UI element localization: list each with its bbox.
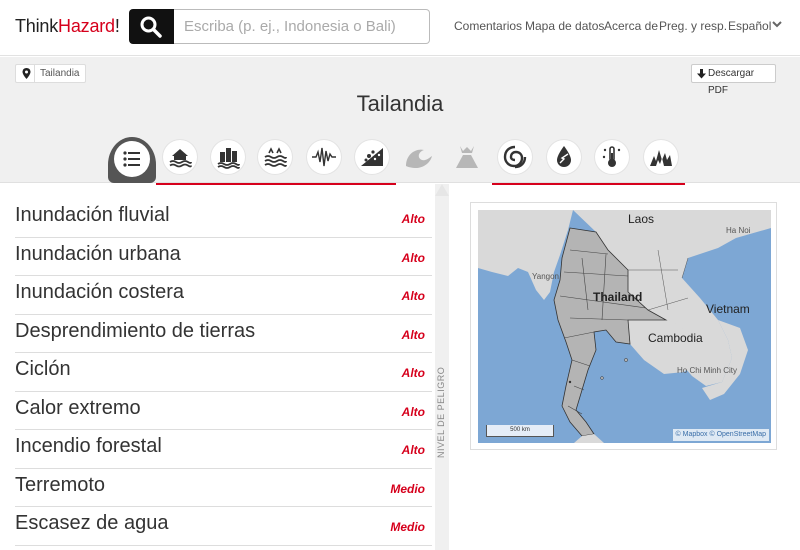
map-label-hanoi: Ha Noi: [726, 226, 751, 235]
hazard-tab-list[interactable]: [108, 137, 156, 183]
hazard-tab-urban-flood[interactable]: [211, 140, 245, 174]
map-scale-bar: 500 km: [486, 425, 554, 437]
download-icon: [697, 69, 706, 79]
list-item[interactable]: Incendio forestal Alto: [15, 430, 432, 469]
breadcrumb-country: Tailandia: [40, 68, 80, 79]
volcano-icon: [456, 146, 478, 168]
hazard-tab-landslide[interactable]: [355, 140, 389, 174]
coastal-flood-icon: [264, 147, 287, 167]
search-input[interactable]: [174, 9, 430, 44]
map-label-cambodia: Cambodia: [648, 331, 703, 345]
map-attribution[interactable]: © Mapbox © OpenStreetMap: [672, 429, 769, 441]
high-hazard-underline-right: [492, 183, 685, 185]
water-scarcity-icon: [557, 146, 571, 167]
hazard-level-label: NIVEL DE PELIGRO: [436, 366, 446, 458]
language-selector[interactable]: Español: [728, 19, 771, 33]
urban-flood-icon: [217, 148, 240, 169]
wildfire-icon: [650, 150, 672, 166]
nav-mapa-de-datos[interactable]: Mapa de datos: [525, 19, 604, 33]
river-flood-icon: [169, 149, 192, 168]
list-item[interactable]: Escasez de agua Medio: [15, 507, 432, 546]
nav-acerca-de[interactable]: Acerca de: [604, 19, 658, 33]
tsunami-icon: [406, 149, 432, 168]
search-icon: [140, 16, 162, 38]
hazard-level: Alto: [401, 443, 425, 457]
extreme-heat-icon: [602, 146, 621, 167]
list-item[interactable]: Calor extremo Alto: [15, 392, 432, 430]
high-hazard-underline: [156, 183, 396, 185]
map-land: [478, 210, 771, 443]
hazard-tab-extreme-heat[interactable]: [595, 140, 629, 174]
hazard-level: Alto: [401, 327, 425, 342]
map-label-hochiminh: Ho Chi Minh City: [677, 366, 738, 375]
hazard-tab-coastal-flood[interactable]: [258, 140, 292, 174]
hazard-tab-wildfire[interactable]: [644, 140, 678, 174]
map-label-thailand: Thailand: [593, 290, 643, 304]
legend-arrow: [435, 184, 449, 196]
hazard-tab-tsunami[interactable]: [402, 140, 436, 174]
hazard-level: Alto: [401, 366, 425, 380]
list-item[interactable]: Ciclón Alto: [15, 353, 432, 392]
hazard-level: Alto: [401, 289, 425, 303]
list-icon: [123, 151, 140, 167]
hazard-level: Medio: [390, 520, 425, 534]
nav-preguntas[interactable]: Preg. y resp.: [659, 19, 727, 33]
top-header: ThinkHazard! Comentarios Mapa de datos A…: [0, 0, 800, 56]
map-label-vietnam: Vietnam: [706, 302, 750, 316]
list-item[interactable]: Inundación costera Alto: [15, 276, 432, 315]
list-item[interactable]: Desprendimiento de tierras Alto: [15, 315, 432, 353]
breadcrumb-divider: [34, 65, 35, 82]
nav-comentarios[interactable]: Comentarios: [454, 19, 522, 33]
chevron-down-icon[interactable]: [772, 19, 782, 29]
map-panel: Laos Ha Noi Thailand Vietnam Cambodia Ya…: [470, 202, 777, 450]
hazard-tab-river-flood[interactable]: [163, 140, 197, 174]
hazard-level: Alto: [401, 250, 425, 265]
breadcrumb[interactable]: Tailandia: [15, 64, 87, 83]
hazard-tab-cyclone[interactable]: [498, 140, 532, 174]
location-pin-icon: [22, 68, 31, 79]
search-button[interactable]: [129, 9, 174, 44]
earthquake-icon: [312, 147, 336, 167]
list-item[interactable]: Terremoto Medio: [15, 469, 432, 507]
hazard-level: Alto: [401, 404, 425, 419]
map-label-laos: Laos: [628, 212, 655, 226]
cyclone-icon: [503, 145, 527, 169]
list-item[interactable]: Inundación urbana Alto: [15, 238, 432, 276]
download-pdf-button[interactable]: Descargar PDF: [691, 64, 776, 96]
hazard-tab-water-scarcity[interactable]: [547, 140, 581, 174]
page-title: Tailandia: [356, 91, 444, 116]
thinkhazard-logo[interactable]: ThinkHazard!: [15, 16, 120, 37]
hazard-list: Inundación fluvial Alto Inundación urban…: [15, 199, 432, 546]
map-label-yangon: Yangon: [532, 272, 559, 281]
landslide-icon: [361, 148, 383, 166]
country-map[interactable]: Laos Ha Noi Thailand Vietnam Cambodia Ya…: [478, 210, 771, 443]
list-item[interactable]: Inundación fluvial Alto: [15, 199, 432, 238]
hazard-tab-earthquake[interactable]: [307, 140, 341, 174]
hazard-level: Alto: [401, 212, 425, 226]
hazard-tab-volcano[interactable]: [450, 140, 484, 174]
hazard-level: Medio: [390, 481, 425, 496]
